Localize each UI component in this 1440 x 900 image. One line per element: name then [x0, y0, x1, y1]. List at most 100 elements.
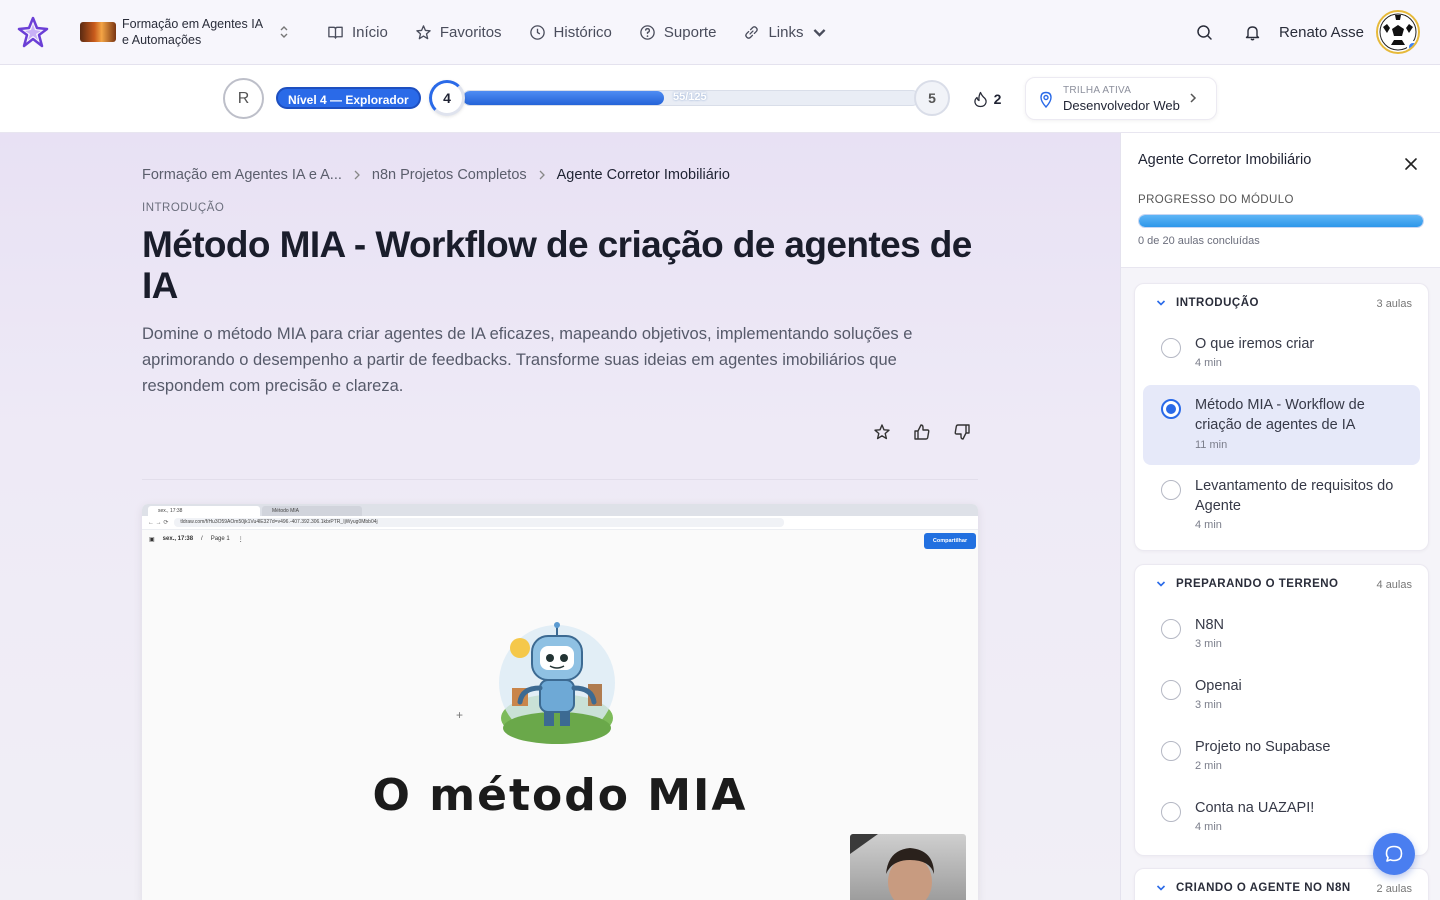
course-thumbnail — [80, 22, 116, 42]
module-progress-fill — [1139, 215, 1423, 227]
module-header[interactable]: INTRODUÇÃO 3 aulas — [1135, 284, 1428, 324]
user-initial-badge[interactable]: R — [223, 78, 264, 119]
search-button[interactable] — [1193, 20, 1217, 44]
breadcrumb-course[interactable]: Formação em Agentes IA e A... — [142, 167, 342, 183]
current-level-badge: 4 — [429, 80, 465, 116]
book-open-icon — [328, 26, 343, 39]
logo-icon[interactable] — [16, 15, 50, 49]
next-level-badge: 5 — [914, 80, 950, 116]
avatar[interactable] — [1376, 10, 1420, 54]
xp-text: 55/125 — [673, 91, 707, 103]
lesson-title: Levantamento de requisitos do Agente — [1195, 478, 1394, 514]
module-header[interactable]: PREPARANDO O TERRENO 4 aulas — [1135, 565, 1428, 605]
lesson-status-radio — [1161, 399, 1181, 419]
module-progress-bar — [1138, 214, 1424, 228]
lesson-item[interactable]: Projeto no Supabase 2 min — [1143, 727, 1420, 788]
streak-counter[interactable]: 2 — [960, 83, 1014, 115]
video-address-bar: ← → ⟳ tldraw.com/f/Hu3O59AOm50jk1Vu4lE32… — [142, 516, 978, 530]
lesson-duration: 11 min — [1195, 439, 1228, 451]
link-icon — [745, 25, 759, 39]
track-value: Desenvolvedor Web — [1063, 98, 1180, 113]
lesson-item[interactable]: Openai 3 min — [1143, 666, 1420, 727]
active-track-card[interactable]: TRILHA ATIVA Desenvolvedor Web — [1025, 77, 1217, 120]
module-progress-text: 0 de 20 aulas concluídas — [1138, 235, 1260, 247]
lesson-item-active[interactable]: Método MIA - Workflow de criação de agen… — [1143, 385, 1420, 465]
lesson-item[interactable]: N8N 3 min — [1143, 605, 1420, 666]
lesson-duration: 2 min — [1195, 760, 1222, 772]
nav-suporte[interactable]: Suporte — [639, 20, 716, 44]
lesson-status-radio — [1161, 619, 1181, 639]
level-badge: Nível 4 — Explorador — [276, 87, 421, 109]
nav-links[interactable]: Links — [743, 20, 828, 44]
bell-icon — [1246, 25, 1260, 40]
video-url: tldraw.com/f/Hu3O59AOm50jk1Vu4lE327d=v49… — [174, 518, 785, 527]
lesson-item[interactable]: Levantamento de requisitos do Agente 4 m… — [1143, 465, 1420, 545]
gamification-bar: R Nível 4 — Explorador 4 55/125 5 2 TRIL… — [0, 65, 1440, 133]
nav-historico[interactable]: Histórico — [529, 20, 612, 44]
video-menu-icon: ⋮ — [237, 537, 244, 543]
thumbs-down-icon — [954, 424, 970, 440]
robot-illustration — [499, 622, 615, 744]
dislike-button[interactable] — [951, 421, 973, 443]
breadcrumb-section[interactable]: n8n Projetos Completos — [372, 167, 527, 183]
chevron-down-icon — [814, 28, 826, 37]
lesson-content: Formação em Agentes IA e A... n8n Projet… — [0, 133, 1120, 900]
lesson-status-radio — [1161, 480, 1181, 500]
course-sidebar: Agente Corretor Imobiliário PROGRESSO DO… — [1120, 133, 1440, 900]
close-icon[interactable] — [1402, 155, 1420, 173]
lesson-status-radio — [1161, 741, 1181, 761]
nav-favoritos-label: Favoritos — [439, 23, 502, 41]
module-progress-label: PROGRESSO DO MÓDULO — [1138, 194, 1294, 206]
favorite-button[interactable] — [871, 421, 893, 443]
video-player[interactable]: sex., 17:38 Método MIA ← → ⟳ tldraw.com/… — [142, 504, 978, 900]
star-icon — [874, 424, 890, 440]
webcam-overlay — [850, 834, 966, 900]
video-share-button: Compartilhar — [924, 533, 976, 549]
nav-historico-label: Histórico — [553, 23, 612, 41]
search-icon — [1197, 24, 1213, 40]
lesson-duration: 3 min — [1195, 699, 1222, 711]
sidebar-header: Agente Corretor Imobiliário PROGRESSO DO… — [1121, 133, 1440, 268]
course-name: Formação em Agentes IA e Automações — [122, 17, 263, 47]
top-navigation: Formação em Agentes IA e Automações Iníc… — [0, 0, 1440, 65]
module-count: 4 aulas — [1376, 579, 1412, 591]
clock-icon — [529, 24, 545, 40]
nav-inicio-label: Início — [352, 23, 388, 41]
presenter-silhouette — [850, 834, 934, 900]
chevron-down-icon — [1156, 885, 1166, 891]
chevron-down-icon — [1156, 581, 1166, 587]
lesson-title: O que iremos criar — [1195, 336, 1315, 352]
chat-button[interactable] — [1373, 833, 1415, 875]
divider — [142, 479, 978, 480]
chat-bubble-icon — [1385, 845, 1403, 862]
video-browser-tabs: sex., 17:38 Método MIA — [142, 504, 978, 516]
lesson-title: N8N — [1195, 617, 1225, 633]
lesson-duration: 4 min — [1195, 821, 1222, 833]
module-header[interactable]: CRIANDO O AGENTE NO N8N 2 aulas — [1135, 869, 1428, 900]
section-tag: INTRODUÇÃO — [142, 202, 225, 214]
lesson-title: Método MIA - Workflow de criação de agen… — [1195, 397, 1365, 433]
lesson-duration: 4 min — [1195, 519, 1222, 531]
lesson-title: Openai — [1195, 678, 1242, 694]
page-title: Método MIA - Workflow de criação de agen… — [142, 224, 972, 306]
like-button[interactable] — [911, 421, 933, 443]
lesson-duration: 3 min — [1195, 638, 1222, 650]
lesson-status-radio — [1161, 338, 1181, 358]
video-pagebar: ▣ sex., 17:38 / Page 1 ⋮ — [149, 536, 244, 543]
nav-inicio[interactable]: Início — [327, 20, 388, 44]
lesson-item[interactable]: O que iremos criar 4 min — [1143, 324, 1420, 385]
username[interactable]: Renato Asse — [1279, 24, 1364, 41]
lesson-status-radio — [1161, 802, 1181, 822]
course-switcher[interactable]: Formação em Agentes IA e Automações — [80, 16, 290, 48]
module-title: PREPARANDO O TERRENO — [1176, 578, 1339, 590]
module-count: 2 aulas — [1376, 883, 1412, 895]
chevron-right-icon — [539, 170, 545, 180]
sidebar-title: Agente Corretor Imobiliário — [1138, 152, 1312, 168]
nav-favoritos[interactable]: Favoritos — [415, 20, 502, 44]
lesson-duration: 4 min — [1195, 357, 1222, 369]
notifications-button[interactable] — [1241, 20, 1265, 44]
lesson-status-radio — [1161, 680, 1181, 700]
chevron-down-icon — [1156, 300, 1166, 306]
xp-progress-fill — [463, 91, 664, 105]
lesson-title: Conta na UAZAPI! — [1195, 800, 1315, 816]
